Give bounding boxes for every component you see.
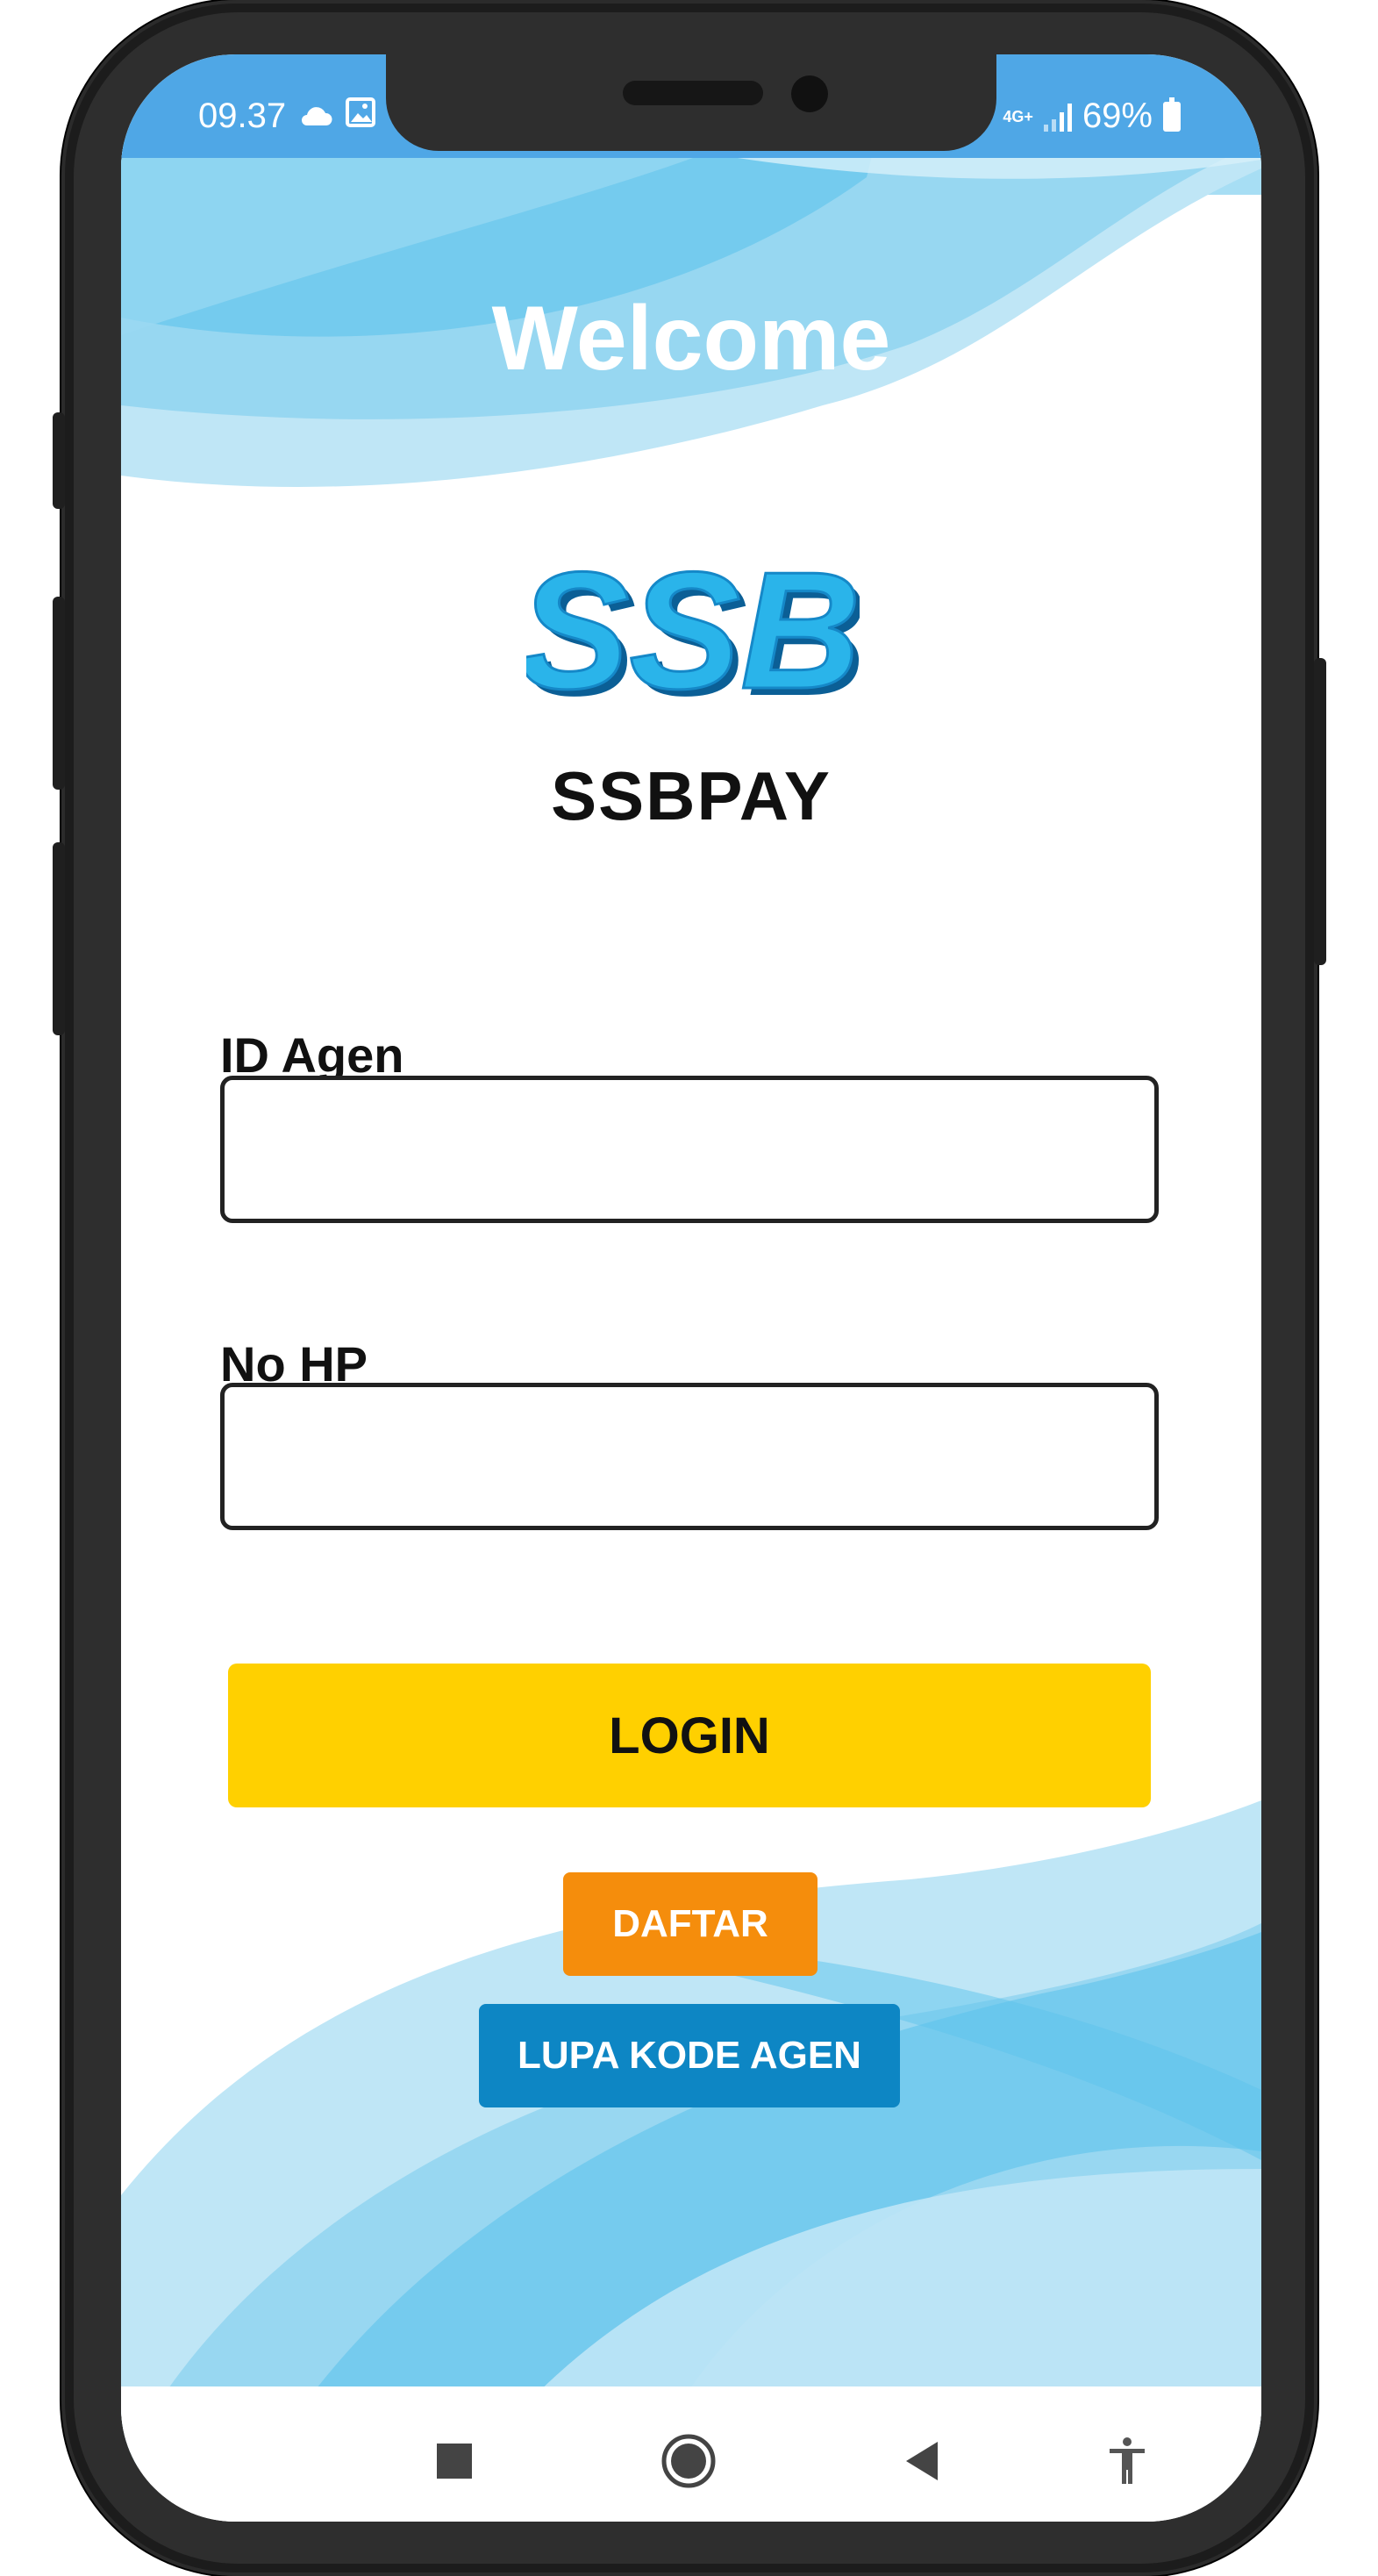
phone-side-button [53,842,65,1035]
status-left: 09.37 [198,97,376,136]
phone-side-button [53,412,65,509]
lupa-kode-agen-button[interactable]: LUPA KODE AGEN [479,2004,900,2107]
recents-icon[interactable] [424,2430,485,2492]
welcome-heading: Welcome [491,288,891,390]
id-agen-input[interactable] [220,1076,1159,1223]
cloud-icon [298,97,333,136]
phone-screen: 09.37 4G+ 69% Welcome SSB SSB SSBPAY ID … [121,54,1261,2522]
battery-icon [1163,97,1181,132]
login-button[interactable]: LOGIN [228,1664,1151,1807]
app-name: SSBPAY [551,757,832,834]
earpiece-speaker [623,81,763,105]
logo-text: SSB [526,546,860,721]
signal-icon [1043,102,1072,132]
battery-percent: 69% [1082,97,1153,135]
status-right: 4G+ 69% [1003,97,1181,136]
home-icon[interactable] [658,2430,719,2492]
phone-side-button [53,597,65,790]
accessibility-icon[interactable] [1096,2430,1158,2492]
image-icon [346,97,376,136]
status-time: 09.37 [198,97,287,135]
network-type: 4G+ [1003,107,1033,125]
no-hp-input[interactable] [220,1383,1159,1530]
navigation-bar [121,2386,1261,2522]
camera-notch [386,54,996,151]
daftar-button[interactable]: DAFTAR [563,1872,818,1976]
ssb-logo: SSB SSB [526,546,860,721]
front-camera [791,75,828,112]
phone-power-button [1314,658,1326,965]
back-icon[interactable] [891,2430,953,2492]
